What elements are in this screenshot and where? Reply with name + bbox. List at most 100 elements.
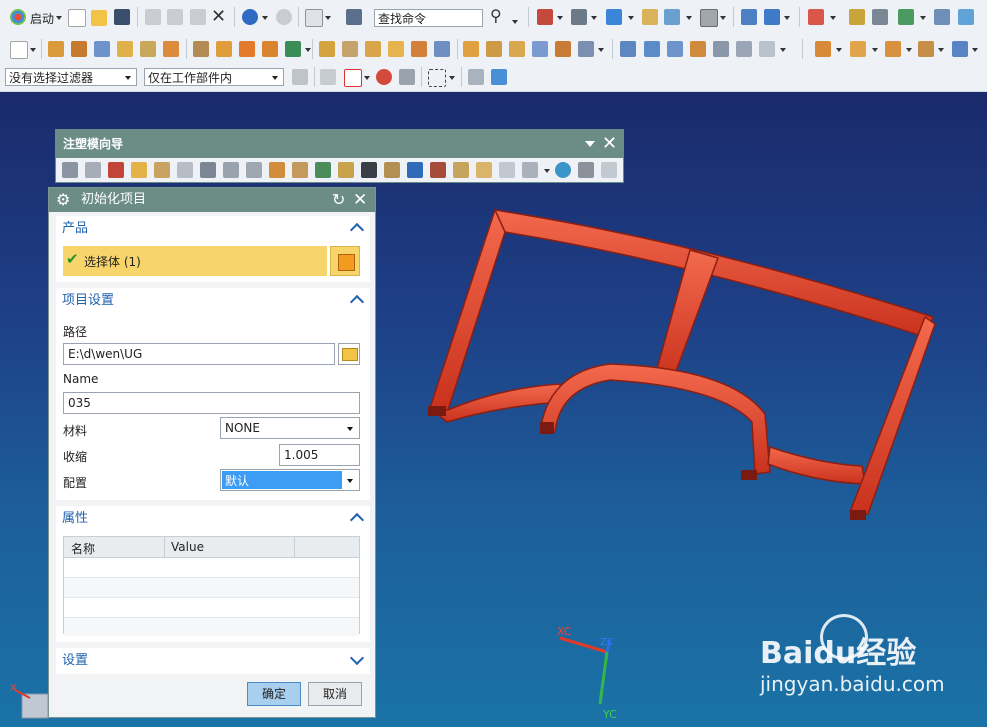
reset-icon[interactable]: ↻ (332, 188, 345, 212)
paste-icon[interactable] (190, 9, 206, 25)
hole-icon[interactable] (578, 41, 594, 57)
trim-body-icon[interactable] (319, 41, 335, 57)
tube-icon[interactable] (463, 41, 479, 57)
gear-icon[interactable]: ⚙ (56, 188, 70, 212)
shrinkage-field[interactable]: 1.005 (279, 444, 360, 466)
options-dropdown-icon[interactable] (585, 141, 595, 147)
show-hide-icon[interactable] (764, 9, 780, 25)
attributes-header[interactable]: 属性 (56, 506, 370, 532)
product-section-header[interactable]: 产品 (56, 216, 370, 242)
extend-sheet-icon[interactable] (759, 41, 775, 57)
column-name-header[interactable]: 名称 (71, 540, 95, 557)
electrode-icon[interactable] (952, 41, 968, 57)
cut-icon[interactable] (145, 9, 161, 25)
mold-tools-icon[interactable] (200, 162, 216, 178)
sketch-icon[interactable] (10, 41, 28, 59)
selection-icon[interactable] (305, 9, 323, 27)
copy-icon[interactable] (167, 9, 183, 25)
sew-icon[interactable] (713, 41, 729, 57)
dialog-titlebar[interactable]: ⚙ 初始化项目 ↻ ✕ (49, 188, 375, 212)
select-body-button[interactable] (330, 246, 360, 276)
table-row[interactable] (64, 598, 359, 618)
table-row[interactable] (64, 558, 359, 578)
workpiece-icon[interactable] (154, 162, 170, 178)
extrude-icon[interactable] (48, 41, 64, 57)
quick-pick-icon[interactable] (399, 69, 415, 85)
emboss-icon[interactable] (555, 41, 571, 57)
background-icon[interactable] (700, 9, 718, 27)
assembly-icon[interactable] (898, 9, 914, 25)
mold-analysis-icon[interactable] (555, 162, 571, 178)
revolve-icon[interactable] (71, 41, 87, 57)
bill-of-material-icon[interactable] (476, 162, 492, 178)
cavity-layout-icon[interactable] (177, 162, 193, 178)
snap-endpoint-icon[interactable] (320, 69, 336, 85)
swept-icon[interactable] (667, 41, 683, 57)
offset-face-icon[interactable] (365, 41, 381, 57)
snap-point-icon[interactable] (808, 9, 824, 25)
unused-parts-icon[interactable] (601, 162, 617, 178)
pocket-icon[interactable] (453, 162, 469, 178)
ok-button[interactable]: 确定 (247, 682, 301, 706)
start-icon[interactable] (10, 9, 26, 25)
solid-cube-icon[interactable] (491, 69, 507, 85)
parting-icon[interactable] (850, 41, 866, 57)
draft-icon[interactable] (486, 41, 502, 57)
search-icon[interactable]: ⚲ (490, 6, 502, 25)
add-family-icon[interactable] (85, 162, 101, 178)
cooling-icon[interactable] (407, 162, 423, 178)
redo-icon[interactable] (276, 9, 292, 25)
calculator-icon[interactable] (537, 9, 553, 25)
snap-point-filter-icon[interactable] (344, 69, 362, 87)
replace-face-icon[interactable] (388, 41, 404, 57)
pattern-icon[interactable] (239, 41, 255, 57)
path-field[interactable]: E:\d\wen\UG (63, 343, 335, 365)
ejector-pin-icon[interactable] (292, 162, 308, 178)
mold-wizard-titlebar[interactable]: 注塑模向导 ✕ (56, 130, 623, 158)
chevron-up-icon[interactable] (349, 512, 365, 528)
measure-icon[interactable] (872, 9, 888, 25)
datum-plane-icon[interactable] (193, 41, 209, 57)
mold-base-icon[interactable] (918, 41, 934, 57)
table-row[interactable] (64, 578, 359, 598)
select-body-row[interactable]: ✔ 选择体 (1) (63, 246, 327, 276)
parting-navigator-icon[interactable] (223, 162, 239, 178)
unite-icon[interactable] (140, 41, 156, 57)
rectangle-select-icon[interactable] (428, 69, 446, 87)
split-body-icon[interactable] (342, 41, 358, 57)
mold-base-library-icon[interactable] (246, 162, 262, 178)
view-manager-icon[interactable] (522, 162, 538, 178)
mold-tools-icon[interactable] (815, 41, 831, 57)
table-row[interactable] (64, 618, 359, 636)
move-face-icon[interactable] (434, 41, 450, 57)
command-finder-icon[interactable] (346, 9, 362, 25)
save-icon[interactable] (114, 9, 130, 25)
shell-icon[interactable] (262, 41, 278, 57)
runner-icon[interactable] (384, 162, 400, 178)
initialize-project-icon[interactable] (62, 162, 78, 178)
selection-scope-dropdown[interactable]: 仅在工作部件内 (144, 68, 284, 86)
material-dropdown[interactable]: NONE (220, 417, 360, 439)
hidden-edges-icon[interactable] (468, 69, 484, 85)
type-filter-dropdown[interactable]: 没有选择过滤器 (5, 68, 137, 86)
shaded-cube-icon[interactable] (606, 9, 622, 25)
component-icon[interactable] (958, 9, 974, 25)
subtract-icon[interactable] (163, 41, 179, 57)
browse-folder-button[interactable] (338, 343, 360, 365)
trim-sheet-icon[interactable] (736, 41, 752, 57)
mold-check-icon[interactable] (578, 162, 594, 178)
shrinkage-icon[interactable] (131, 162, 147, 178)
point-on-curve-icon[interactable] (376, 69, 392, 85)
core-cavity-icon[interactable] (885, 41, 901, 57)
orient-view-icon[interactable] (642, 9, 658, 25)
mold-csys-icon[interactable] (108, 162, 124, 178)
edge-blend-icon[interactable] (285, 41, 301, 57)
drawing-icon[interactable] (499, 162, 515, 178)
datum-axis-icon[interactable] (216, 41, 232, 57)
start-menu-label[interactable]: 启动 (30, 10, 54, 27)
chevron-up-icon[interactable] (349, 294, 365, 310)
name-field[interactable]: 035 (63, 392, 360, 414)
analysis-icon[interactable] (849, 9, 865, 25)
open-folder-icon[interactable] (91, 10, 107, 26)
sub-insert-icon[interactable] (338, 162, 354, 178)
